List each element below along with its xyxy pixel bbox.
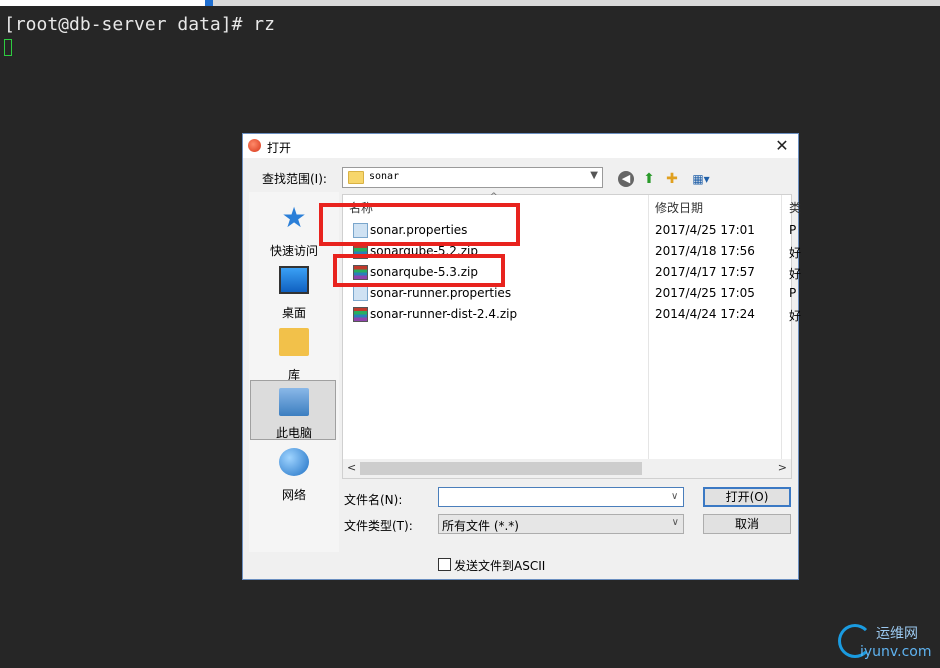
horizontal-scrollbar[interactable]: < > bbox=[343, 459, 791, 478]
place-network[interactable]: 网络 bbox=[249, 444, 339, 504]
scroll-right-icon[interactable]: > bbox=[778, 461, 787, 474]
place-label: 此电脑 bbox=[275, 426, 312, 440]
file-name: sonar-runner.properties bbox=[370, 286, 512, 300]
watermark-text-en: iyunv.com bbox=[860, 644, 932, 660]
column-header-type[interactable]: 类 bbox=[789, 197, 801, 219]
chevron-down-icon[interactable]: ∨ bbox=[671, 491, 678, 502]
place-library[interactable]: 库 bbox=[249, 324, 339, 384]
open-file-dialog: 打开 ✕ 查找范围(I): sonar ▼ ◀ ⬆ ✚ ▦▾ ★ 快速访问 桌面… bbox=[242, 133, 802, 580]
terminal-tab[interactable] bbox=[0, 0, 205, 6]
watermark-logo: 运维网 iyunv.com bbox=[838, 620, 938, 666]
new-folder-icon[interactable]: ✚ bbox=[663, 170, 681, 188]
place-desktop[interactable]: 桌面 bbox=[249, 262, 339, 322]
file-modified: 2014/4/24 17:24 bbox=[655, 307, 755, 321]
watermark-text-cn: 运维网 bbox=[876, 626, 918, 642]
network-icon bbox=[279, 448, 309, 476]
folder-icon bbox=[348, 171, 364, 184]
scroll-left-icon[interactable]: < bbox=[347, 461, 356, 474]
chevron-down-icon: ▼ bbox=[590, 170, 598, 181]
file-type: 好 bbox=[789, 267, 802, 281]
filetype-dropdown[interactable]: 所有文件 (*.*) ∨ bbox=[438, 514, 684, 534]
view-menu-icon[interactable]: ▦▾ bbox=[687, 170, 715, 188]
lookin-value: sonar bbox=[369, 171, 400, 182]
tab-accent bbox=[205, 0, 213, 6]
filetype-label: 文件类型(T): bbox=[344, 519, 413, 533]
properties-file-icon bbox=[353, 286, 368, 301]
star-icon: ★ bbox=[281, 201, 307, 234]
place-label: 网络 bbox=[281, 488, 306, 502]
lookin-label: 查找范围(I): bbox=[262, 172, 327, 186]
computer-icon bbox=[279, 388, 309, 416]
terminal-cursor bbox=[4, 39, 12, 56]
dialog-title: 打开 bbox=[267, 141, 292, 155]
file-type: 好 bbox=[789, 246, 802, 260]
lookin-dropdown[interactable]: sonar ▼ bbox=[342, 167, 603, 188]
open-button[interactable]: 打开(O) bbox=[703, 487, 791, 507]
file-modified: 2017/4/17 17:57 bbox=[655, 265, 755, 279]
file-type: 好 bbox=[789, 309, 802, 323]
file-type: P bbox=[789, 286, 797, 300]
highlight-box-sonarqube-5-3 bbox=[333, 254, 505, 287]
scrollbar-thumb[interactable] bbox=[360, 462, 642, 475]
filename-input[interactable] bbox=[438, 487, 684, 507]
cancel-button[interactable]: 取消 bbox=[703, 514, 791, 534]
file-row[interactable]: sonar-runner-dist-2.4.zip 2014/4/24 17:2… bbox=[343, 304, 801, 325]
places-bar: ★ 快速访问 桌面 库 此电脑 网络 bbox=[249, 192, 339, 552]
app-icon bbox=[248, 139, 261, 152]
chevron-down-icon: ∨ bbox=[671, 517, 679, 528]
column-header-modified[interactable]: 修改日期 bbox=[655, 197, 703, 219]
up-folder-icon[interactable]: ⬆ bbox=[640, 170, 658, 188]
terminal-tab-bar bbox=[0, 0, 940, 6]
zip-archive-icon bbox=[353, 307, 368, 322]
dialog-titlebar[interactable]: 打开 ✕ bbox=[243, 134, 798, 158]
desktop-icon bbox=[279, 266, 309, 294]
ascii-checkbox-label: 发送文件到ASCII bbox=[454, 559, 546, 573]
terminal-prompt-line: [root@db-server data]# rz bbox=[4, 14, 275, 35]
place-label: 桌面 bbox=[281, 306, 306, 320]
filetype-value: 所有文件 (*.*) bbox=[442, 519, 519, 533]
file-modified: 2017/4/18 17:56 bbox=[655, 244, 755, 258]
file-type: P bbox=[789, 223, 797, 237]
file-modified: 2017/4/25 17:05 bbox=[655, 286, 755, 300]
close-icon[interactable]: ✕ bbox=[772, 136, 792, 156]
library-icon bbox=[279, 328, 309, 356]
back-icon[interactable]: ◀ bbox=[618, 171, 634, 187]
filename-label: 文件名(N): bbox=[344, 493, 403, 507]
place-this-pc[interactable]: 此电脑 bbox=[249, 380, 339, 442]
ascii-checkbox[interactable] bbox=[438, 558, 451, 571]
file-modified: 2017/4/25 17:01 bbox=[655, 223, 755, 237]
highlight-box-sonar-properties bbox=[319, 203, 520, 246]
sort-ascending-icon: ^ bbox=[490, 192, 498, 202]
file-name: sonar-runner-dist-2.4.zip bbox=[370, 307, 518, 321]
